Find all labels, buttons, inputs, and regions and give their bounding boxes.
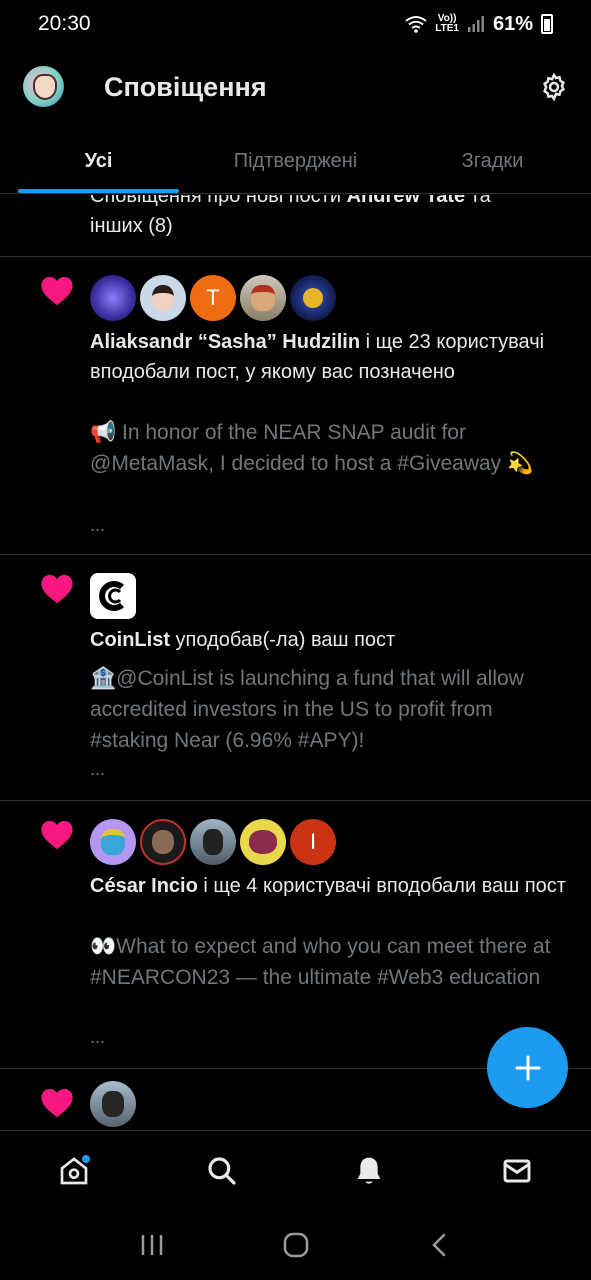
heart-icon (41, 820, 73, 850)
post-snippet: 👀What to expect and who you can meet the… (90, 935, 551, 989)
status-bar: 20:30 Vo)) LTE1 61% (0, 0, 591, 48)
heart-icon (41, 574, 73, 604)
avatar[interactable] (90, 819, 136, 865)
notification-text: César Incio і ще 4 користувачі вподобали… (90, 875, 566, 897)
avatar[interactable]: T (190, 275, 236, 321)
liker-avatars: I (90, 819, 336, 865)
notification-dot (81, 1154, 90, 1163)
liker-avatars: T (90, 275, 336, 321)
ellipsis: ... (90, 515, 106, 535)
avatar[interactable] (90, 275, 136, 321)
ellipsis: ... (90, 759, 106, 779)
tab-verified[interactable]: Підтверджені (197, 130, 394, 193)
network-indicator: Vo)) LTE1 (435, 13, 459, 34)
ellipsis: ... (90, 1027, 106, 1047)
active-tab-indicator (18, 189, 179, 193)
list-item[interactable]: Сповіщення про нові пости Andrew Tate та… (0, 195, 591, 257)
avatar[interactable] (140, 819, 186, 865)
avatar[interactable] (90, 573, 136, 619)
liker-avatars (90, 573, 136, 619)
back-icon[interactable] (427, 1232, 453, 1258)
list-item[interactable]: T Aliaksandr “Sasha” Hudzilin і ще 23 ко… (0, 257, 591, 555)
heart-icon (41, 276, 73, 306)
nav-search[interactable] (192, 1141, 252, 1201)
notifications-feed: Сповіщення про нові пости Andrew Tate та… (0, 195, 591, 1130)
avatar[interactable] (290, 275, 336, 321)
tab-mentions[interactable]: Згадки (394, 130, 591, 193)
recent-apps-icon[interactable] (139, 1232, 165, 1258)
avatar[interactable] (140, 275, 186, 321)
avatar[interactable] (90, 1081, 136, 1127)
search-icon (208, 1156, 236, 1185)
coinlist-logo-icon (99, 581, 124, 611)
heart-icon (41, 1088, 73, 1118)
bottom-navigation (0, 1130, 591, 1210)
app-header: Сповіщення (0, 48, 591, 130)
profile-avatar[interactable] (23, 66, 64, 107)
notification-tabs: Усі Підтверджені Згадки (0, 130, 591, 194)
system-navigation (0, 1210, 591, 1280)
plus-icon (515, 1055, 540, 1080)
compose-button[interactable] (487, 1027, 568, 1108)
notification-text: Aliaksandr “Sasha” Hudzilin і ще 23 кори… (90, 331, 545, 383)
liker-avatars (90, 1081, 136, 1127)
tab-all[interactable]: Усі (0, 130, 197, 193)
avatar[interactable]: I (290, 819, 336, 865)
post-snippet: 📢 In honor of the NEAR SNAP audit for @M… (90, 421, 534, 475)
home-button-icon[interactable] (282, 1231, 310, 1259)
nav-notifications[interactable] (339, 1141, 399, 1201)
signal-icon (467, 16, 484, 32)
avatar[interactable] (190, 819, 236, 865)
avatar[interactable] (240, 275, 286, 321)
status-icons: Vo)) LTE1 61% (405, 13, 553, 36)
nav-home[interactable] (44, 1141, 104, 1201)
page-title: Сповіщення (104, 72, 267, 102)
list-item[interactable]: I César Incio і ще 4 користувачі вподоба… (0, 801, 591, 1069)
post-snippet: 🏦@CoinList is launching a fund that will… (90, 667, 524, 752)
battery-icon (541, 14, 553, 34)
avatar[interactable] (240, 819, 286, 865)
nav-messages[interactable] (487, 1141, 547, 1201)
status-time: 20:30 (38, 12, 91, 35)
notification-text: CoinList уподобав(-ла) ваш пост (90, 629, 396, 651)
battery-percent: 61% (492, 12, 533, 35)
wifi-icon (405, 16, 427, 33)
bell-icon (358, 1157, 381, 1184)
mail-icon (503, 1159, 531, 1182)
settings-button[interactable] (535, 68, 573, 106)
list-item[interactable]: CoinList уподобав(-ла) ваш пост 🏦@CoinLi… (0, 555, 591, 801)
gear-icon (543, 72, 565, 102)
